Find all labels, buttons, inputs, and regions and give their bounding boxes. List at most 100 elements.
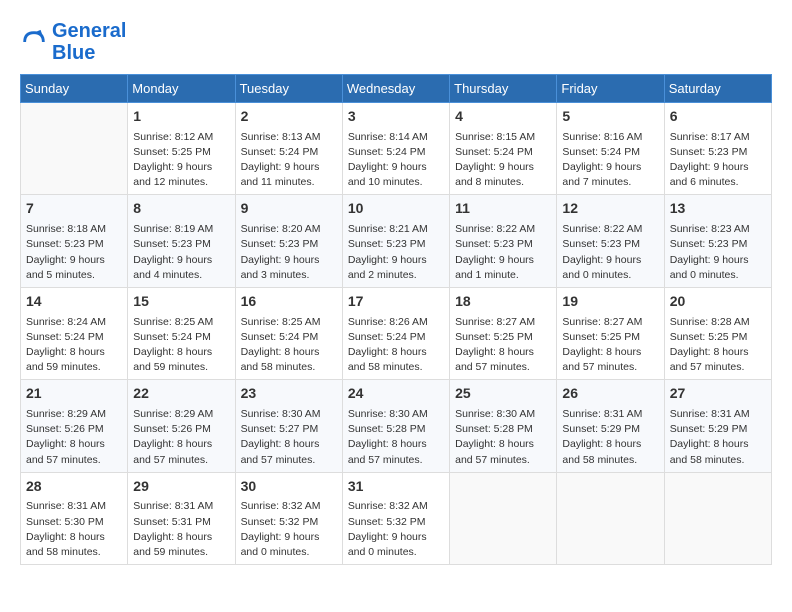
day-cell: 15 Sunrise: 8:25 AM Sunset: 5:24 PM Dayli… — [128, 287, 235, 379]
day-number: 18 — [455, 292, 551, 312]
day-info: Sunrise: 8:17 AM Sunset: 5:23 PM Dayligh… — [670, 130, 766, 191]
day-info: Sunrise: 8:29 AM Sunset: 5:26 PM Dayligh… — [26, 407, 122, 468]
day-info: Sunrise: 8:21 AM Sunset: 5:23 PM Dayligh… — [348, 222, 444, 283]
day-info: Sunrise: 8:27 AM Sunset: 5:25 PM Dayligh… — [455, 315, 551, 376]
day-info: Sunrise: 8:31 AM Sunset: 5:31 PM Dayligh… — [133, 499, 229, 560]
day-number: 30 — [241, 477, 337, 497]
day-number: 5 — [562, 107, 658, 127]
day-number: 9 — [241, 199, 337, 219]
day-info: Sunrise: 8:29 AM Sunset: 5:26 PM Dayligh… — [133, 407, 229, 468]
weekday-header-wednesday: Wednesday — [342, 75, 449, 103]
day-cell: 17 Sunrise: 8:26 AM Sunset: 5:24 PM Dayli… — [342, 287, 449, 379]
day-cell — [450, 472, 557, 564]
logo-icon — [20, 28, 48, 56]
day-cell: 1 Sunrise: 8:12 AM Sunset: 5:25 PM Daylig… — [128, 103, 235, 195]
day-number: 28 — [26, 477, 122, 497]
day-cell: 11Sunrise: 8:22 AM Sunset: 5:23 PM Dayli… — [450, 195, 557, 287]
day-cell: 20Sunrise: 8:28 AM Sunset: 5:25 PM Dayli… — [664, 287, 771, 379]
logo-subtext: Blue — [52, 42, 126, 64]
day-cell: 26 Sunrise: 8:31 AM Sunset: 5:29 PM Dayli… — [557, 380, 664, 472]
day-number: 15 — [133, 292, 229, 312]
day-number: 17 — [348, 292, 444, 312]
week-row-5: 28Sunrise: 8:31 AM Sunset: 5:30 PM Dayli… — [21, 472, 772, 564]
day-number: 21 — [26, 384, 122, 404]
day-number: 25 — [455, 384, 551, 404]
day-number: 8 — [133, 199, 229, 219]
day-info: Sunrise: 8:32 AM Sunset: 5:32 PM Dayligh… — [348, 499, 444, 560]
day-cell: 5 Sunrise: 8:16 AM Sunset: 5:24 PM Daylig… — [557, 103, 664, 195]
day-info: Sunrise: 8:19 AM Sunset: 5:23 PM Dayligh… — [133, 222, 229, 283]
day-cell: 6 Sunrise: 8:17 AM Sunset: 5:23 PM Daylig… — [664, 103, 771, 195]
day-cell: 13 Sunrise: 8:23 AM Sunset: 5:23 PM Dayli… — [664, 195, 771, 287]
day-info: Sunrise: 8:31 AM Sunset: 5:29 PM Dayligh… — [670, 407, 766, 468]
calendar-table: SundayMondayTuesdayWednesdayThursdayFrid… — [20, 74, 772, 565]
day-number: 14 — [26, 292, 122, 312]
day-cell: 30Sunrise: 8:32 AM Sunset: 5:32 PM Dayli… — [235, 472, 342, 564]
weekday-header-monday: Monday — [128, 75, 235, 103]
day-cell — [21, 103, 128, 195]
week-row-4: 21 Sunrise: 8:29 AM Sunset: 5:26 PM Dayli… — [21, 380, 772, 472]
day-info: Sunrise: 8:14 AM Sunset: 5:24 PM Dayligh… — [348, 130, 444, 191]
day-cell: 12Sunrise: 8:22 AM Sunset: 5:23 PM Dayli… — [557, 195, 664, 287]
logo: General Blue — [20, 20, 126, 64]
day-info: Sunrise: 8:30 AM Sunset: 5:27 PM Dayligh… — [241, 407, 337, 468]
day-info: Sunrise: 8:30 AM Sunset: 5:28 PM Dayligh… — [348, 407, 444, 468]
day-info: Sunrise: 8:31 AM Sunset: 5:30 PM Dayligh… — [26, 499, 122, 560]
day-cell: 22 Sunrise: 8:29 AM Sunset: 5:26 PM Dayli… — [128, 380, 235, 472]
day-cell: 2 Sunrise: 8:13 AM Sunset: 5:24 PM Daylig… — [235, 103, 342, 195]
day-number: 20 — [670, 292, 766, 312]
day-info: Sunrise: 8:31 AM Sunset: 5:29 PM Dayligh… — [562, 407, 658, 468]
weekday-header-tuesday: Tuesday — [235, 75, 342, 103]
weekday-header-friday: Friday — [557, 75, 664, 103]
weekday-header-thursday: Thursday — [450, 75, 557, 103]
day-cell: 28Sunrise: 8:31 AM Sunset: 5:30 PM Dayli… — [21, 472, 128, 564]
day-number: 4 — [455, 107, 551, 127]
day-cell: 8 Sunrise: 8:19 AM Sunset: 5:23 PM Daylig… — [128, 195, 235, 287]
day-cell: 10 Sunrise: 8:21 AM Sunset: 5:23 PM Dayli… — [342, 195, 449, 287]
day-info: Sunrise: 8:20 AM Sunset: 5:23 PM Dayligh… — [241, 222, 337, 283]
day-number: 10 — [348, 199, 444, 219]
weekday-header-row: SundayMondayTuesdayWednesdayThursdayFrid… — [21, 75, 772, 103]
day-info: Sunrise: 8:15 AM Sunset: 5:24 PM Dayligh… — [455, 130, 551, 191]
day-cell: 21 Sunrise: 8:29 AM Sunset: 5:26 PM Dayli… — [21, 380, 128, 472]
day-cell: 29Sunrise: 8:31 AM Sunset: 5:31 PM Dayli… — [128, 472, 235, 564]
weekday-header-sunday: Sunday — [21, 75, 128, 103]
page-header: General Blue — [20, 20, 772, 64]
day-number: 2 — [241, 107, 337, 127]
day-info: Sunrise: 8:23 AM Sunset: 5:23 PM Dayligh… — [670, 222, 766, 283]
logo-text: General — [52, 20, 126, 42]
day-cell: 31Sunrise: 8:32 AM Sunset: 5:32 PM Dayli… — [342, 472, 449, 564]
day-cell: 9 Sunrise: 8:20 AM Sunset: 5:23 PM Daylig… — [235, 195, 342, 287]
day-number: 12 — [562, 199, 658, 219]
day-info: Sunrise: 8:16 AM Sunset: 5:24 PM Dayligh… — [562, 130, 658, 191]
day-cell — [664, 472, 771, 564]
day-number: 11 — [455, 199, 551, 219]
day-number: 29 — [133, 477, 229, 497]
day-number: 6 — [670, 107, 766, 127]
day-number: 7 — [26, 199, 122, 219]
day-number: 26 — [562, 384, 658, 404]
day-cell: 18 Sunrise: 8:27 AM Sunset: 5:25 PM Dayli… — [450, 287, 557, 379]
day-number: 27 — [670, 384, 766, 404]
day-info: Sunrise: 8:25 AM Sunset: 5:24 PM Dayligh… — [133, 315, 229, 376]
day-number: 24 — [348, 384, 444, 404]
day-info: Sunrise: 8:24 AM Sunset: 5:24 PM Dayligh… — [26, 315, 122, 376]
week-row-1: 1 Sunrise: 8:12 AM Sunset: 5:25 PM Daylig… — [21, 103, 772, 195]
day-cell — [557, 472, 664, 564]
day-number: 16 — [241, 292, 337, 312]
day-info: Sunrise: 8:12 AM Sunset: 5:25 PM Dayligh… — [133, 130, 229, 191]
day-info: Sunrise: 8:26 AM Sunset: 5:24 PM Dayligh… — [348, 315, 444, 376]
day-info: Sunrise: 8:30 AM Sunset: 5:28 PM Dayligh… — [455, 407, 551, 468]
day-number: 1 — [133, 107, 229, 127]
weekday-header-saturday: Saturday — [664, 75, 771, 103]
day-cell: 16Sunrise: 8:25 AM Sunset: 5:24 PM Dayli… — [235, 287, 342, 379]
day-number: 22 — [133, 384, 229, 404]
day-number: 13 — [670, 199, 766, 219]
day-info: Sunrise: 8:27 AM Sunset: 5:25 PM Dayligh… — [562, 315, 658, 376]
day-number: 19 — [562, 292, 658, 312]
day-info: Sunrise: 8:32 AM Sunset: 5:32 PM Dayligh… — [241, 499, 337, 560]
day-info: Sunrise: 8:13 AM Sunset: 5:24 PM Dayligh… — [241, 130, 337, 191]
day-number: 31 — [348, 477, 444, 497]
week-row-2: 7Sunrise: 8:18 AM Sunset: 5:23 PM Daylig… — [21, 195, 772, 287]
day-cell: 3Sunrise: 8:14 AM Sunset: 5:24 PM Daylig… — [342, 103, 449, 195]
